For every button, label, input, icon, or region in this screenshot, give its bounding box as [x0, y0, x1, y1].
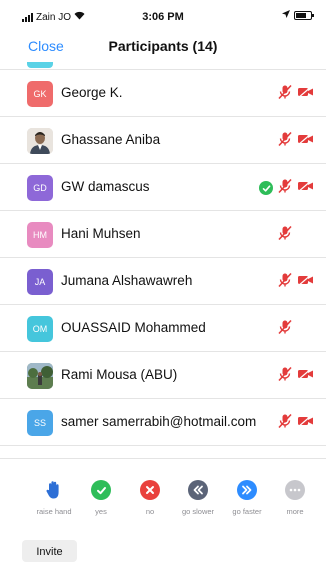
reaction-label: go slower	[181, 507, 215, 516]
participant-row[interactable]: SS samer samerrabih@hotmail.com	[0, 399, 326, 446]
mic-muted-icon	[277, 178, 293, 199]
location-arrow-icon	[282, 10, 290, 20]
x-icon	[140, 479, 160, 501]
participant-name: George K.	[61, 85, 123, 100]
avatar-initials: OM	[27, 316, 53, 342]
video-off-icon	[297, 367, 314, 386]
participant-row[interactable]: JA Jumana Alshawawreh	[0, 258, 326, 305]
status-bar: Zain JO 3:06 PM	[0, 0, 326, 32]
reaction-more-button[interactable]: more	[274, 479, 316, 516]
hand-icon	[43, 479, 65, 501]
participant-list[interactable]: GK George K. Ghassane Aniba GD GW damascus HM…	[0, 62, 326, 457]
video-off-icon	[297, 85, 314, 104]
ellipsis-icon	[285, 479, 305, 501]
avatar-initials: GD	[27, 175, 53, 201]
check-icon	[91, 479, 111, 501]
participant-row[interactable]: Rami Mousa (ABU)	[0, 352, 326, 399]
list-item-partial[interactable]	[0, 62, 326, 70]
avatar-initials: HM	[27, 222, 53, 248]
participant-row[interactable]: GK George K.	[0, 70, 326, 117]
reaction-label: more	[286, 507, 304, 516]
status-time: 3:06 PM	[142, 11, 184, 23]
participant-name: Rami Mousa (ABU)	[61, 367, 178, 382]
video-off-icon	[297, 414, 314, 433]
participant-name: Ghassane Aniba	[61, 132, 161, 147]
mic-muted-icon	[277, 131, 293, 152]
participant-row[interactable]: Ghassane Aniba	[0, 117, 326, 164]
battery-icon	[294, 10, 314, 20]
avatar-initials: GK	[27, 81, 53, 107]
reaction-label: yes	[95, 507, 107, 516]
participant-row[interactable]: OM OUASSAID Mohammed	[0, 305, 326, 352]
participant-status-icons	[277, 366, 314, 387]
avatar-photo	[27, 363, 53, 389]
reaction-go-slower-button[interactable]: go slower	[177, 479, 219, 516]
reaction-toolbar: raise hand yes no go slower go faster more	[0, 458, 326, 524]
video-off-icon	[297, 132, 314, 151]
mic-muted-icon	[277, 272, 293, 293]
close-button[interactable]: Close	[28, 38, 64, 54]
avatar-initials: SS	[27, 410, 53, 436]
mic-muted-icon	[277, 413, 293, 434]
participant-status-icons	[277, 319, 314, 340]
participant-status-icons	[277, 131, 314, 152]
battery-level	[296, 12, 306, 18]
participant-name: Hani Muhsen	[61, 226, 141, 241]
participant-status-icons	[277, 413, 314, 434]
participant-status-icons	[277, 272, 314, 293]
video-off-icon	[297, 273, 314, 292]
invite-button[interactable]: Invite	[22, 540, 77, 562]
participant-status-icons	[259, 178, 314, 199]
participant-name: samer samerrabih@hotmail.com	[61, 414, 257, 429]
reaction-label: go faster	[232, 507, 262, 516]
status-right	[282, 10, 314, 20]
yes-check-icon	[259, 181, 273, 195]
participant-status-icons	[277, 84, 314, 105]
avatar	[27, 62, 53, 68]
mic-muted-icon	[277, 84, 293, 105]
participant-status-icons	[277, 225, 314, 246]
nav-bar: Close Participants (14)	[0, 32, 326, 62]
reaction-label: no	[145, 507, 155, 516]
avatar-initials: JA	[27, 269, 53, 295]
participant-row[interactable]: HM Hani Muhsen	[0, 211, 326, 258]
reaction-label: raise hand	[36, 507, 72, 516]
rewind-icon	[188, 479, 208, 501]
reaction-go-faster-button[interactable]: go faster	[226, 479, 268, 516]
participant-name: OUASSAID Mohammed	[61, 320, 206, 335]
participant-name: GW damascus	[61, 179, 150, 194]
avatar-photo	[27, 128, 53, 154]
fast-forward-icon	[237, 479, 257, 501]
mic-muted-icon	[277, 225, 293, 246]
mic-muted-icon	[277, 366, 293, 387]
participant-row[interactable]: GD GW damascus	[0, 164, 326, 211]
reaction-raise-hand-button[interactable]: raise hand	[33, 479, 75, 516]
reaction-yes-button[interactable]: yes	[80, 479, 122, 516]
participant-name: Jumana Alshawawreh	[61, 273, 193, 288]
video-off-icon	[297, 179, 314, 198]
mic-muted-icon	[277, 319, 293, 340]
reaction-no-button[interactable]: no	[129, 479, 171, 516]
